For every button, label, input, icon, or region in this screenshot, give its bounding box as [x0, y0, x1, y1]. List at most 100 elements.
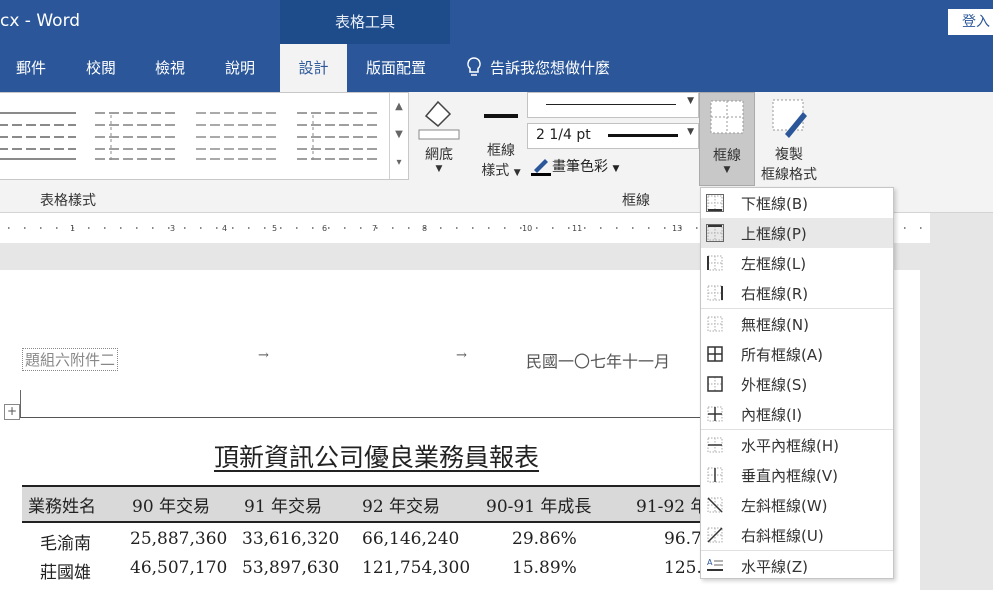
table-top-rule	[20, 417, 720, 418]
chevron-down-icon: ▼	[687, 127, 694, 137]
sign-in-button[interactable]: 登入	[948, 9, 993, 35]
ruler-tick	[40, 227, 42, 229]
horizontal-line-icon: A	[707, 558, 723, 571]
borders-menu-label: 下框線(B)	[741, 195, 808, 213]
borders-menu-label: 無框線(N)	[741, 316, 809, 334]
borders-menu-item[interactable]: 下框線(B)	[701, 188, 893, 218]
tab-layout[interactable]: 版面配置	[366, 44, 426, 92]
ruler-tick	[696, 227, 698, 229]
chevron-down-icon: ▼	[435, 164, 443, 174]
bottom-border-icon	[706, 194, 724, 212]
line-style-dropdown[interactable]: ▼	[527, 92, 699, 118]
gallery-down-icon[interactable]: ▼	[390, 121, 408, 149]
ruler-tick	[104, 227, 106, 229]
borders-menu-item[interactable]: 外框線(S)	[701, 369, 893, 399]
ruler-tick	[232, 227, 234, 229]
ruler-tick	[632, 227, 634, 229]
no-border-icon	[707, 316, 723, 332]
ruler-tick	[312, 227, 314, 229]
menu-separator	[701, 308, 893, 309]
gallery-up-icon[interactable]: ▲	[390, 93, 408, 121]
gallery-scroll: ▲ ▼ ▾	[389, 93, 408, 179]
table-header-row: 業務姓名 90 年交易 91 年交易 92 年交易 90-91 年成長 91-9…	[22, 485, 722, 523]
tab-design[interactable]: 設計	[280, 44, 347, 92]
borders-menu-item[interactable]: 上框線(P)	[701, 218, 893, 248]
line-weight-value: 2 1/4 pt	[536, 127, 591, 143]
borders-menu-item[interactable]: 右框線(R)	[701, 278, 893, 308]
shading-button[interactable]: 網底 ▼	[414, 96, 464, 174]
pen-color-button[interactable]: 畫筆色彩 ▼	[530, 154, 619, 176]
ruler-tick	[24, 227, 26, 229]
table-style-option[interactable]	[95, 107, 175, 163]
header-91: 91 年交易	[244, 497, 323, 517]
tab-help[interactable]: 說明	[225, 44, 255, 92]
table-style-option[interactable]	[0, 107, 78, 163]
ruler-number: 7	[372, 224, 377, 233]
ruler-tick	[360, 227, 362, 229]
borders-menu-label: 右斜框線(U)	[741, 527, 824, 545]
borders-menu-item[interactable]: 左斜框線(W)	[701, 490, 893, 520]
ruler-number: 3	[170, 224, 175, 233]
border-painter-icon	[772, 99, 807, 138]
borders-menu-label: 上框線(P)	[741, 225, 807, 243]
ruler-tick	[56, 227, 58, 229]
row-90: 25,887,360	[130, 529, 228, 549]
borders-menu-label: 右框線(R)	[741, 285, 809, 303]
borders-menu-item[interactable]: 右斜框線(U)	[701, 520, 893, 550]
right-border-icon	[707, 285, 723, 301]
tab-arrow: →	[258, 348, 269, 363]
borders-menu-item[interactable]: 左框線(L)	[701, 248, 893, 278]
border-styles-label-2: 樣式	[481, 163, 510, 179]
borders-menu-item[interactable]: 所有框線(A)	[701, 339, 893, 369]
gallery-more-icon[interactable]: ▾	[390, 149, 408, 177]
tab-arrow: →	[456, 348, 467, 363]
border-styles-button[interactable]: 框線 樣式 ▼	[476, 96, 526, 180]
tab-view[interactable]: 檢視	[155, 44, 185, 92]
ruler-tick	[504, 227, 506, 229]
chevron-down-icon: ▼	[687, 96, 694, 106]
ruler-tick	[920, 227, 922, 229]
table-move-handle-icon[interactable]: +	[4, 404, 20, 420]
ruler-tick	[296, 227, 298, 229]
table-style-option[interactable]	[196, 107, 276, 163]
borders-menu-item[interactable]: 水平內框線(H)	[701, 430, 893, 460]
chevron-down-icon: ▼	[612, 164, 620, 174]
border-painter-button[interactable]: 複製 框線格式	[754, 96, 824, 184]
borders-group-label: 框線	[622, 193, 650, 209]
borders-menu-item[interactable]: A 水平線(Z)	[701, 551, 893, 581]
line-weight-dropdown[interactable]: 2 1/4 pt ▼	[527, 123, 699, 149]
border-style-icon	[484, 114, 518, 118]
borders-menu-item[interactable]: 內框線(I)	[701, 399, 893, 429]
ruler-number: 13	[672, 224, 682, 233]
table-style-option[interactable]	[297, 107, 377, 163]
diagonal-down-border-icon	[707, 497, 723, 513]
ruler-number: 11	[572, 224, 582, 233]
row-92: 121,754,300	[362, 558, 471, 578]
borders-menu-label: 水平線(Z)	[741, 558, 808, 576]
tell-me-box[interactable]: 告訴我您想做什麼	[466, 44, 610, 92]
tab-review[interactable]: 校閱	[86, 44, 116, 92]
header-growth-90-91: 90-91 年成長	[486, 497, 592, 517]
window-title: cx - Word	[0, 11, 81, 31]
ruler-tick	[552, 227, 554, 229]
ruler-tick	[568, 227, 570, 229]
borders-button[interactable]: 框線 ▼	[699, 92, 755, 186]
header-92: 92 年交易	[362, 497, 441, 517]
tab-mailings[interactable]: 郵件	[16, 44, 46, 92]
ruler-tick	[664, 227, 666, 229]
row-92: 66,146,240	[362, 529, 460, 549]
row-growth-90-91: 29.86%	[512, 529, 577, 549]
ruler-tick	[392, 227, 394, 229]
borders-menu-label: 左斜框線(W)	[741, 497, 828, 515]
left-border-icon	[707, 255, 723, 271]
ruler-number: 6	[322, 224, 327, 233]
top-border-icon	[706, 224, 724, 242]
borders-menu-item[interactable]: 無框線(N)	[701, 309, 893, 339]
ruler-tick	[344, 227, 346, 229]
ruler-tick	[328, 227, 330, 229]
inside-borders-icon	[707, 406, 723, 422]
ruler-number: 10	[522, 224, 532, 233]
borders-menu-item[interactable]: 垂直內框線(V)	[701, 460, 893, 490]
ruler-tick	[472, 227, 474, 229]
shading-label: 網底	[425, 147, 453, 163]
